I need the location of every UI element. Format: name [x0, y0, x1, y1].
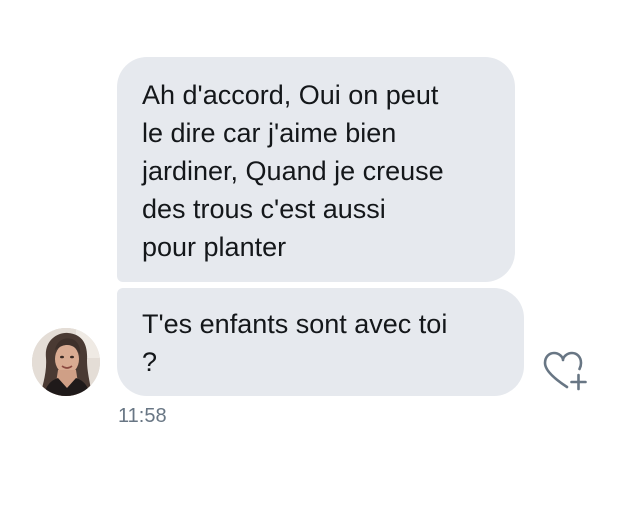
- avatar[interactable]: [32, 328, 100, 396]
- message-line: jardiner, Quand je creuse: [142, 156, 444, 186]
- message-line: T'es enfants sont avec toi: [142, 309, 448, 339]
- message-line: pour planter: [142, 232, 287, 262]
- profile-photo: [32, 328, 100, 396]
- message-bubble[interactable]: T'es enfants sont avec toi ?: [117, 288, 524, 396]
- message-line: le dire car j'aime bien: [142, 118, 397, 148]
- message-line: ?: [142, 347, 158, 377]
- message-line: Ah d'accord, Oui on peut: [142, 80, 439, 110]
- chat-thread: Ah d'accord, Oui on peut le dire car j'a…: [0, 0, 640, 519]
- message-bubble[interactable]: Ah d'accord, Oui on peut le dire car j'a…: [117, 57, 515, 282]
- like-button[interactable]: [542, 351, 590, 395]
- heart-plus-icon: [543, 351, 587, 391]
- message-timestamp: 11:58: [118, 405, 167, 427]
- message-line: des trous c'est aussi: [142, 194, 386, 224]
